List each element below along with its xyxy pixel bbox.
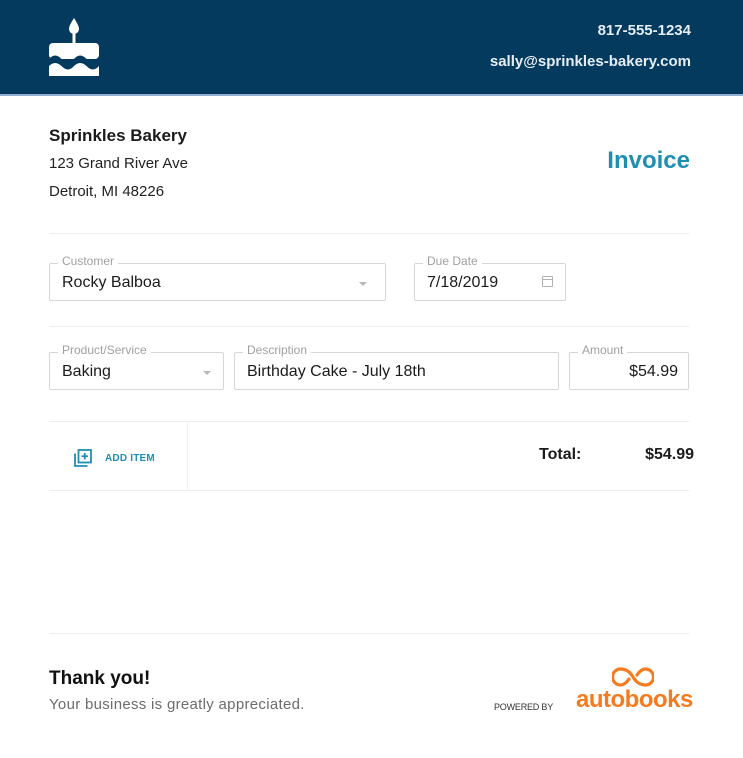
email-address: sally@sprinkles-bakery.com: [489, 53, 691, 70]
divider: [49, 233, 689, 234]
customer-value: Rocky Balboa: [62, 274, 161, 291]
business-name: Sprinkles Bakery: [49, 126, 187, 145]
add-item-label: ADD ITEM: [105, 453, 155, 464]
chevron-down-icon[interactable]: [203, 371, 211, 375]
description-input[interactable]: Description Birthday Cake - July 18th: [234, 343, 559, 390]
totals-row: ADD ITEM Total: $54.99: [49, 422, 694, 490]
document-title: Invoice: [607, 147, 690, 174]
add-item-button[interactable]: ADD ITEM: [49, 422, 188, 490]
amount-input[interactable]: Amount $54.99: [569, 343, 689, 390]
divider: [49, 326, 689, 327]
total-value: $54.99: [645, 446, 694, 463]
thank-you-message: Your business is greatly appreciated.: [49, 696, 305, 713]
due-date-value: 7/18/2019: [427, 274, 499, 291]
thank-you-section: Thank you! Your business is greatly appr…: [49, 668, 305, 714]
autobooks-brand-name: autobooks: [576, 686, 693, 713]
product-service-select[interactable]: Product/Service Baking: [49, 343, 224, 390]
product-service-label: Product/Service: [58, 343, 151, 357]
business-address-line1: 123 Grand River Ave: [49, 155, 188, 172]
contact-info: 817-555-1234 sally@sprinkles-bakery.com: [490, 22, 691, 71]
business-info: Sprinkles Bakery 123 Grand River Ave Det…: [49, 126, 188, 211]
phone-number: 817-555-1234: [597, 22, 691, 39]
due-date-field[interactable]: Due Date 7/18/2019: [414, 254, 566, 301]
divider: [49, 633, 689, 634]
powered-by-label: POWERED BY: [494, 702, 554, 712]
thank-you-title: Thank you!: [49, 668, 151, 689]
due-date-label: Due Date: [423, 254, 482, 268]
divider: [49, 490, 689, 491]
customer-label: Customer: [58, 254, 119, 268]
business-address-line2: Detroit, MI 48226: [49, 183, 165, 200]
description-label: Description: [243, 343, 312, 357]
amount-label: Amount: [578, 343, 628, 357]
add-item-icon: [74, 449, 92, 467]
chevron-down-icon[interactable]: [359, 282, 367, 286]
birthday-cake-icon: [49, 18, 99, 76]
autobooks-logo-icon: [612, 667, 654, 687]
product-service-value: Baking: [62, 363, 111, 380]
amount-value: $54.99: [629, 363, 678, 380]
calendar-icon[interactable]: [542, 276, 553, 287]
customer-select[interactable]: Customer Rocky Balboa: [49, 254, 386, 301]
total-label: Total:: [539, 446, 582, 463]
invoice-header: 817-555-1234 sally@sprinkles-bakery.com: [0, 0, 743, 96]
description-value: Birthday Cake - July 18th: [247, 363, 426, 380]
